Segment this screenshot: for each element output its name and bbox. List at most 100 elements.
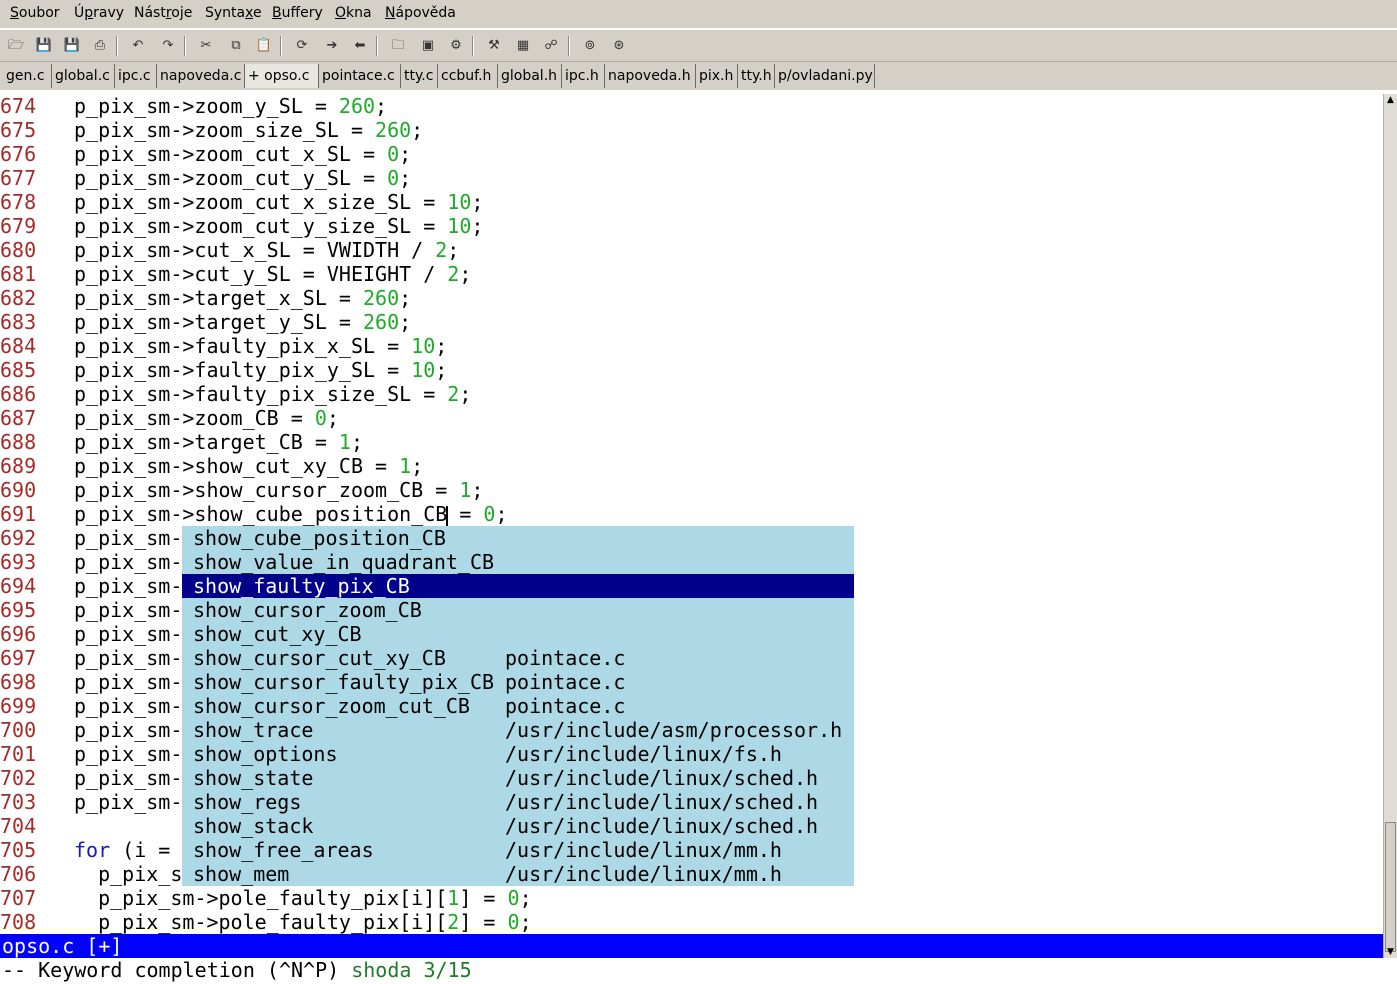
code-line[interactable]: 684 p_pix_sm->faulty_pix_x_SL = 10; [0,334,1383,358]
line-number: 687 [0,406,37,430]
buffer-tab[interactable]: ipc.c [115,64,157,88]
buffer-tab[interactable]: p/ovladani.py [775,64,875,88]
code-text: p_pix_sm- [74,574,183,598]
find-prev-icon[interactable]: ⬅ [350,36,370,56]
completion-item[interactable]: show_cursor_zoom_CB [182,598,854,622]
code-line[interactable]: 707 p_pix_sm->pole_faulty_pix[i][1] = 0; [0,886,1383,910]
completion-item[interactable]: show_stack/usr/include/linux/sched.h [182,814,854,838]
menu-6[interactable]: Okna [335,5,372,21]
menu-2[interactable]: Úpravy [74,5,124,21]
completion-item[interactable]: show_trace/usr/include/asm/processor.h [182,718,854,742]
save-icon[interactable]: 💾 [34,36,54,56]
menu-5[interactable]: Buffery [272,5,323,21]
completion-item[interactable]: show_faulty_pix_CB [182,574,854,598]
code-line[interactable]: 682 p_pix_sm->target_x_SL = 260; [0,286,1383,310]
completion-item[interactable]: show_cursor_faulty_pix_CB pointace.c [182,670,854,694]
make-icon[interactable]: ⚒ [484,36,504,56]
completion-item[interactable]: show_regs/usr/include/linux/sched.h [182,790,854,814]
buffer-tab[interactable]: napoveda.c [157,64,245,88]
completion-item[interactable]: show_mem/usr/include/linux/mm.h [182,862,854,886]
scroll-up-arrow-icon[interactable]: ▲ [1384,94,1397,106]
completion-word: show_state [193,766,314,790]
session-save-icon[interactable]: ▣ [418,36,438,56]
menu-1[interactable]: Soubor [10,5,60,21]
completion-item[interactable]: show_value_in_quadrant_CB [182,550,854,574]
buffer-tab[interactable]: tty.h [738,64,775,88]
completion-item[interactable]: show_free_areas/usr/include/linux/mm.h [182,838,854,862]
code-line[interactable]: 674 p_pix_sm->zoom_y_SL = 260; [0,94,1383,118]
save-all-icon[interactable]: 💾 [62,36,82,56]
line-number: 681 [0,262,37,286]
buffer-tab[interactable]: ipc.h [562,64,605,88]
code-line[interactable]: 685 p_pix_sm->faulty_pix_y_SL = 10; [0,358,1383,382]
code-text: p_pix_sm->zoom_cut_x_SL = 0; [74,142,412,166]
buffer-tab[interactable]: global.h [498,64,562,88]
buffer-tab[interactable]: tty.c [401,64,438,88]
paste-icon[interactable]: 📋 [254,36,274,56]
completion-item[interactable]: show_cube_position_CB [182,526,854,550]
completion-word: show_cursor_faulty_pix_CB [193,670,495,694]
buffer-tab[interactable]: gen.c [3,64,52,88]
code-line[interactable]: 708 p_pix_sm->pole_faulty_pix[i][2] = 0; [0,910,1383,934]
vertical-scrollbar[interactable]: ▲ ▼ [1383,94,1397,958]
load-session-icon[interactable]: ⟳ [292,36,312,56]
scrollbar-thumb[interactable] [1385,822,1396,952]
completion-item[interactable]: show_cursor_cut_xy_CB pointace.c [182,646,854,670]
buffer-tab[interactable]: ccbuf.h [438,64,498,88]
code-line[interactable]: 681 p_pix_sm->cut_y_SL = VHEIGHT / 2; [0,262,1383,286]
completion-word: show_cursor_cut_xy_CB [193,646,446,670]
redo-icon[interactable]: ↷ [158,36,178,56]
find-next-icon[interactable]: ➔ [322,36,342,56]
completion-item[interactable]: show_options/usr/include/linux/fs.h [182,742,854,766]
code-text: p_pix_sm->zoom_cut_y_SL = 0; [74,166,412,190]
command-line[interactable]: -- Keyword completion (^N^P) shoda 3/15 [0,958,1397,984]
menu-3[interactable]: Nástroje [134,5,192,21]
completion-source-file: /usr/include/linux/sched.h [505,790,819,814]
completion-item[interactable]: show_cursor_zoom_cut_CB pointace.c [182,694,854,718]
code-line[interactable]: 675 p_pix_sm->zoom_size_SL = 260; [0,118,1383,142]
code-line[interactable]: 690 p_pix_sm->show_cursor_zoom_CB = 1; [0,478,1383,502]
code-line[interactable]: 678 p_pix_sm->zoom_cut_x_size_SL = 10; [0,190,1383,214]
open-icon[interactable]: 🗁 [6,36,26,56]
code-line[interactable]: 683 p_pix_sm->target_y_SL = 260; [0,310,1383,334]
code-text: p_pix_sm->target_x_SL = 260; [74,286,412,310]
code-text: p_pix_sm->zoom_y_SL = 260; [74,94,388,118]
code-text: p_pix_sm- [74,694,183,718]
run-script-icon[interactable]: ⚙ [446,36,466,56]
buffer-tab[interactable]: pointace.c [319,64,401,88]
code-line[interactable]: 686 p_pix_sm->faulty_pix_size_SL = 2; [0,382,1383,406]
shell-icon[interactable]: ▦ [513,36,533,56]
line-number: 689 [0,454,37,478]
code-line[interactable]: 687 p_pix_sm->zoom_CB = 0; [0,406,1383,430]
print-icon[interactable]: ⎙ [90,36,110,56]
completion-item[interactable]: show_cut_xy_CB [182,622,854,646]
code-line[interactable]: 676 p_pix_sm->zoom_cut_x_SL = 0; [0,142,1383,166]
session-open-icon[interactable]: 🗀 [388,36,408,56]
code-line[interactable]: 680 p_pix_sm->cut_x_SL = VWIDTH / 2; [0,238,1383,262]
completion-source-file: /usr/include/asm/processor.h [505,718,843,742]
cut-icon[interactable]: ✂ [196,36,216,56]
code-text: p_pix_sm- [74,742,183,766]
scroll-down-arrow-icon[interactable]: ▼ [1384,946,1397,958]
ctags-icon[interactable]: ☍ [541,36,561,56]
code-line[interactable]: 688 p_pix_sm->target_CB = 1; [0,430,1383,454]
jump-tag-icon[interactable]: ⊚ [580,36,600,56]
code-line[interactable]: 691 p_pix_sm->show_cube_position_CB = 0; [0,502,1383,526]
line-number: 701 [0,742,37,766]
buffer-tab[interactable]: napoveda.h [605,64,696,88]
code-line[interactable]: 689 p_pix_sm->show_cut_xy_CB = 1; [0,454,1383,478]
buffer-tab[interactable]: global.c [52,64,115,88]
code-text: p_pix_sm->zoom_CB = 0; [74,406,339,430]
code-text: p_pix_sm->show_cube_position_CB = 0; [74,502,508,526]
buffer-tab[interactable]: + opso.c [245,64,319,88]
code-text: p_pix_sm- [74,622,183,646]
menu-4[interactable]: Syntaxe [205,5,262,21]
undo-icon[interactable]: ↶ [128,36,148,56]
copy-icon[interactable]: ⧉ [226,36,246,56]
code-line[interactable]: 677 p_pix_sm->zoom_cut_y_SL = 0; [0,166,1383,190]
menu-7[interactable]: Nápověda [385,5,456,21]
completion-item[interactable]: show_state/usr/include/linux/sched.h [182,766,854,790]
buffer-tab[interactable]: pix.h [696,64,738,88]
code-line[interactable]: 679 p_pix_sm->zoom_cut_y_size_SL = 10; [0,214,1383,238]
help-icon[interactable]: ⊛ [609,36,629,56]
